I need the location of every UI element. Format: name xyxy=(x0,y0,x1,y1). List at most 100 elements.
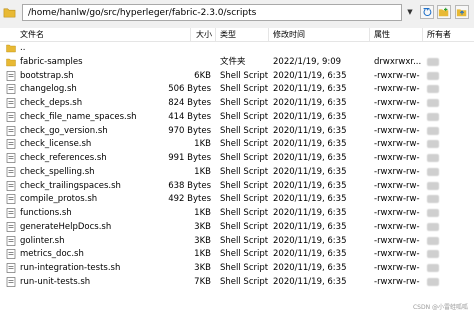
owner-redacted xyxy=(427,99,439,107)
column-type[interactable]: 类型 xyxy=(220,29,236,40)
owner-redacted xyxy=(427,264,439,272)
file-type: Shell Script xyxy=(220,194,269,205)
file-row[interactable]: fabric-samples 文件夹 2022/1/19, 9:09 drwxrwxr… xyxy=(0,55,474,69)
file-name: check_file_name_spaces.sh xyxy=(20,111,137,122)
file-type: Shell Script xyxy=(220,98,269,108)
owner-redacted xyxy=(427,167,439,176)
file-modified: 2020/11/19, 6:35 xyxy=(273,139,347,150)
file-row[interactable]: run-integration-tests.sh 3KB Shell Script 2… xyxy=(0,261,474,275)
file-size: 1KB xyxy=(194,139,211,150)
file-permissions: -rwxrw-rw- xyxy=(374,139,420,150)
parent-folder-icon[interactable] xyxy=(455,5,469,19)
column-modified[interactable]: 修改时间 xyxy=(273,29,305,40)
owner-redacted xyxy=(427,195,439,204)
file-name: check_spelling.sh xyxy=(20,166,95,177)
file-icon xyxy=(6,235,16,246)
file-row[interactable]: compile_protos.sh 492 Bytes Shell Script 20… xyxy=(0,192,474,206)
file-permissions: -rwxrw-rw- xyxy=(374,70,420,81)
file-row[interactable]: bootstrap.sh 6KB Shell Script 2020/11/19, 6… xyxy=(0,69,474,83)
file-permissions: -rwxrw-rw- xyxy=(374,221,420,232)
file-modified: 2020/11/19, 6:35 xyxy=(273,208,347,218)
file-name: fabric-samples xyxy=(20,56,83,67)
file-row[interactable]: changelog.sh 506 Bytes Shell Script 2020/11… xyxy=(0,82,474,96)
file-type: Shell Script xyxy=(220,84,269,95)
file-size: 824 Bytes xyxy=(168,98,211,108)
file-row[interactable]: check_license.sh 1KB Shell Script 2020/11/1… xyxy=(0,137,474,151)
file-row[interactable]: check_spelling.sh 1KB Shell Script 2020/11/… xyxy=(0,165,474,179)
owner-redacted xyxy=(427,209,439,217)
file-type: Shell Script xyxy=(220,139,269,150)
column-name[interactable]: 文件名 xyxy=(20,29,44,40)
file-name: run-unit-tests.sh xyxy=(20,276,91,287)
file-name: check_deps.sh xyxy=(20,98,83,108)
file-permissions: -rwxrw-rw- xyxy=(374,84,420,95)
file-row[interactable]: check_trailingspaces.sh 638 Bytes Shell Sc… xyxy=(0,179,474,193)
file-icon xyxy=(6,84,16,95)
file-icon xyxy=(6,70,16,81)
file-row[interactable]: generateHelpDocs.sh 3KB Shell Script 2020/1… xyxy=(0,220,474,234)
file-name: run-integration-tests.sh xyxy=(20,263,121,273)
file-permissions: -rwxrw-rw- xyxy=(374,153,420,163)
file-size: 6KB xyxy=(194,70,211,81)
file-icon xyxy=(6,111,16,122)
file-icon xyxy=(6,249,16,260)
file-name: check_references.sh xyxy=(20,153,107,163)
file-icon xyxy=(6,194,16,205)
file-size: 1KB xyxy=(194,208,211,218)
file-size: 970 Bytes xyxy=(168,125,211,136)
file-type: 文件夹 xyxy=(220,56,246,67)
owner-redacted xyxy=(427,236,439,245)
file-type: Shell Script xyxy=(220,125,269,136)
file-permissions: -rwxrw-rw- xyxy=(374,111,420,122)
file-modified: 2020/11/19, 6:35 xyxy=(273,221,347,232)
path-input[interactable]: /home/hanlw/go/src/hyperleger/fabric-2.3… xyxy=(22,4,402,21)
refresh-icon[interactable] xyxy=(420,5,434,19)
file-type: Shell Script xyxy=(220,276,269,287)
file-permissions: -rwxrw-rw- xyxy=(374,276,420,287)
file-type: Shell Script xyxy=(220,166,269,177)
owner-redacted xyxy=(427,181,439,190)
file-name: changelog.sh xyxy=(20,84,77,95)
file-row[interactable]: metrics_doc.sh 1KB Shell Script 2020/11/19,… xyxy=(0,247,474,261)
file-row[interactable]: .. xyxy=(0,41,474,55)
file-permissions: -rwxrw-rw- xyxy=(374,263,420,273)
file-modified: 2022/1/19, 9:09 xyxy=(273,56,342,67)
file-size: 492 Bytes xyxy=(168,194,211,205)
file-type: Shell Script xyxy=(220,111,269,122)
file-modified: 2020/11/19, 6:35 xyxy=(273,249,347,260)
owner-redacted xyxy=(427,140,439,149)
file-permissions: -rwxrw-rw- xyxy=(374,166,420,177)
file-type: Shell Script xyxy=(220,180,269,191)
file-modified: 2020/11/19, 6:35 xyxy=(273,263,347,273)
owner-redacted xyxy=(427,222,439,231)
file-modified: 2020/11/19, 6:35 xyxy=(273,125,347,136)
file-row[interactable]: check_references.sh 991 Bytes Shell Script… xyxy=(0,151,474,165)
file-name: bootstrap.sh xyxy=(20,70,74,81)
file-modified: 2020/11/19, 6:35 xyxy=(273,153,347,163)
file-row[interactable]: check_deps.sh 824 Bytes Shell Script 2020/1… xyxy=(0,96,474,110)
file-row[interactable]: check_go_version.sh 970 Bytes Shell Script… xyxy=(0,124,474,138)
owner-redacted xyxy=(427,57,439,66)
file-icon xyxy=(6,125,16,136)
chevron-down-icon[interactable]: ▼ xyxy=(404,4,416,21)
file-modified: 2020/11/19, 6:35 xyxy=(273,276,347,287)
column-owner[interactable]: 所有者 xyxy=(427,29,451,40)
file-permissions: -rwxrw-rw- xyxy=(374,235,420,246)
file-row[interactable]: golinter.sh 3KB Shell Script 2020/11/19, 6:… xyxy=(0,234,474,248)
file-permissions: -rwxrw-rw- xyxy=(374,249,420,260)
file-row[interactable]: check_file_name_spaces.sh 414 Bytes Shell … xyxy=(0,110,474,124)
file-modified: 2020/11/19, 6:35 xyxy=(273,194,347,205)
file-row[interactable]: functions.sh 1KB Shell Script 2020/11/19, 6… xyxy=(0,206,474,220)
owner-redacted xyxy=(427,154,439,162)
file-type: Shell Script xyxy=(220,235,269,246)
file-row[interactable]: run-unit-tests.sh 7KB Shell Script 2020/11/… xyxy=(0,275,474,289)
file-modified: 2020/11/19, 6:35 xyxy=(273,98,347,108)
column-size[interactable]: 大小 xyxy=(196,29,212,40)
file-type: Shell Script xyxy=(220,221,269,232)
column-attributes[interactable]: 属性 xyxy=(374,29,390,40)
file-icon xyxy=(6,166,16,177)
new-folder-icon[interactable] xyxy=(437,5,451,19)
file-icon xyxy=(6,208,16,218)
file-permissions: -rwxrw-rw- xyxy=(374,125,420,136)
owner-redacted xyxy=(427,126,439,135)
